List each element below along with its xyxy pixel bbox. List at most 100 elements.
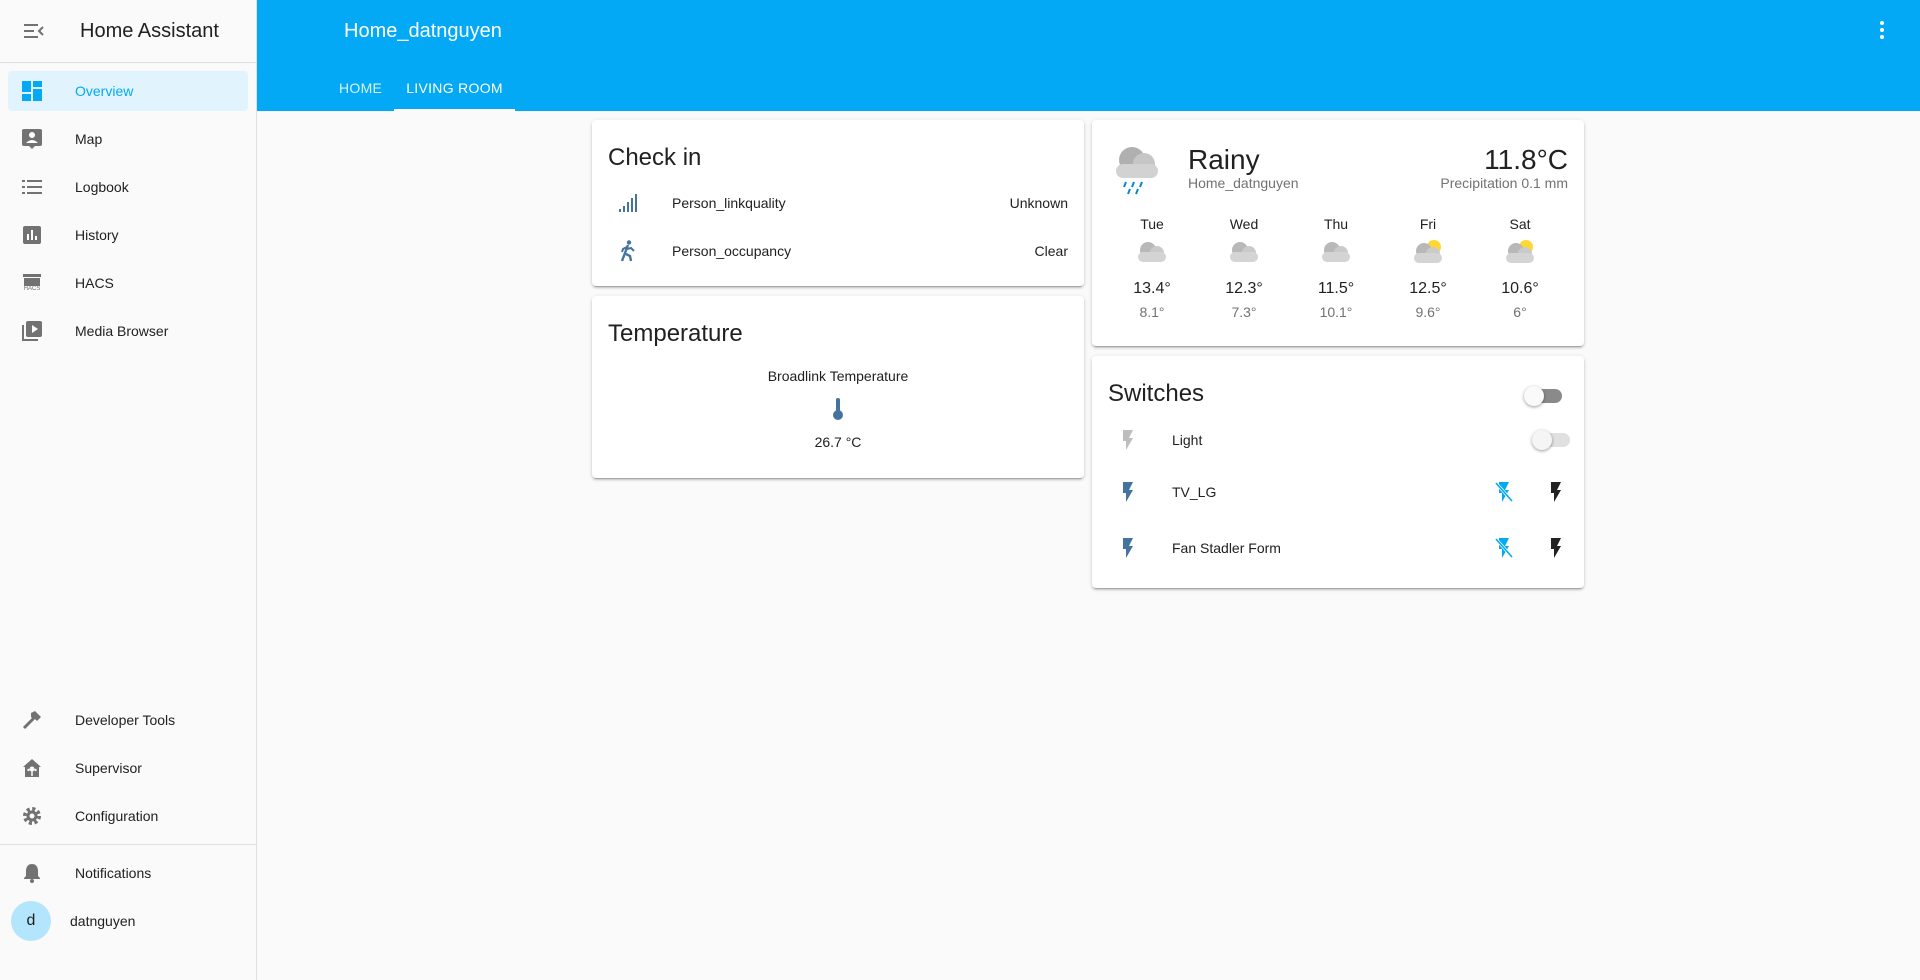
walk-icon <box>616 239 640 263</box>
forecast-day: Fri 12.5° 9.6° <box>1398 216 1458 320</box>
weather-precipitation: Precipitation 0.1 mm <box>1440 175 1568 191</box>
checkin-card: Check in Person_linkquality Unknown Pers… <box>592 120 1084 286</box>
entity-row[interactable]: TV_LG <box>1116 468 1568 516</box>
entity-state: Unknown <box>1009 195 1068 211</box>
cloudy-icon <box>1122 232 1182 272</box>
map-person-icon <box>20 127 44 151</box>
forecast-day: Tue 13.4° 8.1° <box>1122 216 1182 320</box>
sidebar-item-configuration[interactable]: Configuration <box>8 796 248 836</box>
sidebar-item-notifications[interactable]: Notifications <box>8 853 248 893</box>
cog-icon <box>20 804 44 828</box>
sidebar-item-media-browser[interactable]: Media Browser <box>8 311 248 351</box>
sidebar-item-label: Logbook <box>75 179 129 195</box>
forecast-day: Sat 10.6° 6° <box>1490 216 1550 320</box>
card-title: Switches <box>1108 380 1205 407</box>
entity-toggle[interactable] <box>1532 430 1570 450</box>
sidebar-item-label: History <box>75 227 119 243</box>
entity-row[interactable]: Light <box>1116 416 1570 464</box>
hammer-icon <box>20 708 44 732</box>
forecast-low: 7.3° <box>1231 304 1257 320</box>
sensor-entity[interactable]: Broadlink Temperature 26.7 °C <box>592 368 1084 450</box>
forecast-high: 11.5° <box>1317 280 1355 297</box>
home-assistant-icon <box>20 756 44 780</box>
flash-icon <box>1116 428 1140 452</box>
avatar: d <box>11 901 51 941</box>
sidebar-item-supervisor[interactable]: Supervisor <box>8 748 248 788</box>
partly-cloudy-icon <box>1398 232 1458 272</box>
sidebar-item-label: HACS <box>75 275 114 291</box>
entity-row[interactable]: Person_linkquality Unknown <box>616 179 1068 227</box>
forecast-day-name: Wed <box>1229 216 1259 232</box>
sidebar-divider <box>0 844 256 845</box>
weather-temperature: 11.8°C <box>1484 144 1568 175</box>
weather-condition: Rainy <box>1188 144 1260 175</box>
sidebar-item-hacs[interactable]: HACS HACS <box>8 263 248 303</box>
sidebar-item-overview[interactable]: Overview <box>8 71 248 111</box>
forecast-low: 9.6° <box>1415 304 1441 320</box>
view-tabs: HOME LIVING ROOM <box>327 64 515 111</box>
play-box-multiple-icon <box>20 319 44 343</box>
dashboard-icon <box>20 79 44 103</box>
entity-name: Fan Stadler Form <box>1172 540 1281 556</box>
sidebar-item-label: Media Browser <box>75 323 169 339</box>
toggle-knob <box>1532 430 1552 450</box>
switches-card: Switches Light TV_LG Fan Stadler Form <box>1092 356 1584 588</box>
forecast-high: 12.5° <box>1409 280 1447 297</box>
tab-home[interactable]: HOME <box>327 64 394 111</box>
header-toggle[interactable] <box>1524 386 1562 406</box>
sidebar-header: Home Assistant <box>0 0 256 63</box>
partly-cloudy-icon <box>1490 232 1550 272</box>
weather-card[interactable]: Rainy Home_datnguyen 11.8°C Precipitatio… <box>1092 120 1584 346</box>
sidebar-item-label: Map <box>75 131 103 147</box>
page-title: Home_datnguyen <box>344 20 502 42</box>
sensor-name: Broadlink Temperature <box>767 368 909 384</box>
entity-row[interactable]: Fan Stadler Form <box>1116 524 1568 572</box>
flash-off-icon[interactable] <box>1486 530 1522 566</box>
forecast-high: 13.4° <box>1133 280 1171 297</box>
card-title: Check in <box>608 144 702 171</box>
flash-off-icon[interactable] <box>1486 474 1522 510</box>
forecast-day: Wed 12.3° 7.3° <box>1214 216 1274 320</box>
entity-name: TV_LG <box>1172 484 1217 500</box>
flash-on-icon[interactable] <box>1538 530 1574 566</box>
entity-state: Clear <box>1034 243 1068 259</box>
hacs-icon: HACS <box>20 271 44 295</box>
menu-collapse-icon[interactable] <box>18 15 50 47</box>
sidebar-item-label: Notifications <box>75 865 152 881</box>
sidebar-item-map[interactable]: Map <box>8 119 248 159</box>
sensor-value: 26.7 °C <box>814 434 862 450</box>
more-vertical-icon[interactable] <box>1870 18 1894 42</box>
forecast-day-name: Tue <box>1140 216 1164 232</box>
entity-name: Person_occupancy <box>672 243 792 259</box>
format-list-icon <box>20 175 44 199</box>
entity-row[interactable]: Person_occupancy Clear <box>616 227 1068 275</box>
card-title: Temperature <box>608 320 743 347</box>
sidebar: Home Assistant Overview Map Logbook Hist… <box>0 0 257 980</box>
chart-box-icon <box>20 223 44 247</box>
flash-icon <box>1116 536 1140 560</box>
flash-on-icon[interactable] <box>1538 474 1574 510</box>
sidebar-bottom: Developer Tools Supervisor Configuration… <box>0 700 256 949</box>
sidebar-item-label: Overview <box>75 83 134 99</box>
forecast-low: 8.1° <box>1139 304 1165 320</box>
sidebar-user-name: datnguyen <box>70 913 136 929</box>
sidebar-item-profile[interactable]: d datnguyen <box>8 901 248 941</box>
sidebar-item-history[interactable]: History <box>8 215 248 255</box>
thermometer-icon <box>826 397 850 421</box>
forecast-day: Thu 11.5° 10.1° <box>1306 216 1366 320</box>
weather-location: Home_datnguyen <box>1188 175 1299 191</box>
forecast-low: 10.1° <box>1319 304 1353 320</box>
sidebar-item-label: Configuration <box>75 808 159 824</box>
app-title: Home Assistant <box>80 19 219 42</box>
sidebar-item-label: Developer Tools <box>75 712 176 728</box>
hacs-icon-text: HACS <box>23 285 41 292</box>
sidebar-item-developer-tools[interactable]: Developer Tools <box>8 700 248 740</box>
entity-name: Person_linkquality <box>672 195 786 211</box>
cloudy-icon <box>1306 232 1366 272</box>
forecast-high: 12.3° <box>1225 280 1263 297</box>
sidebar-item-label: Supervisor <box>75 760 142 776</box>
cloudy-icon <box>1214 232 1274 272</box>
tab-living-room[interactable]: LIVING ROOM <box>394 64 515 111</box>
sidebar-item-logbook[interactable]: Logbook <box>8 167 248 207</box>
bell-icon <box>20 861 44 885</box>
